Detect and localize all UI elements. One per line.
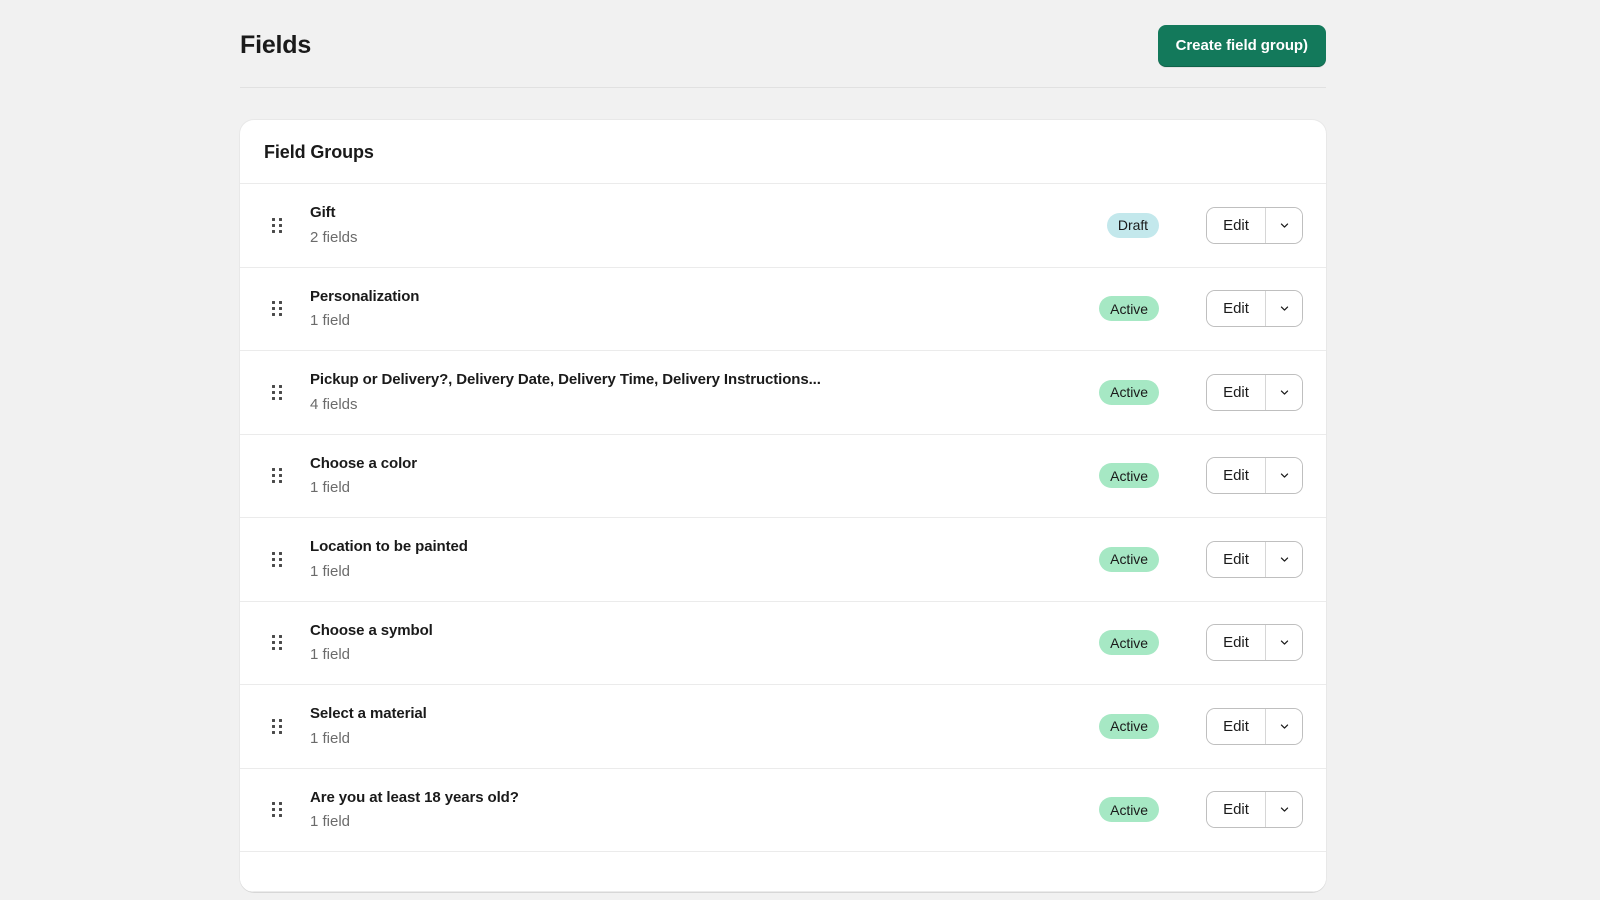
field-group-field-count: 1 field — [310, 645, 1099, 665]
status-badge: Active — [1099, 547, 1159, 572]
row-actions: Edit — [1207, 792, 1302, 827]
row-actions: Edit — [1207, 709, 1302, 744]
page-title: Fields — [240, 32, 311, 60]
chevron-down-icon[interactable] — [1265, 709, 1302, 744]
chevron-down-icon[interactable] — [1265, 375, 1302, 410]
field-group-row-partial[interactable] — [240, 852, 1326, 892]
field-group-name: Personalization — [310, 287, 1099, 307]
field-group-row[interactable]: Choose a symbol 1 fieldActive Edit — [240, 602, 1326, 686]
drag-handle-icon[interactable] — [272, 213, 292, 237]
chevron-down-icon[interactable] — [1265, 625, 1302, 660]
field-group-field-count: 2 fields — [310, 228, 1107, 248]
field-group-row[interactable]: Are you at least 18 years old? 1 fieldAct… — [240, 769, 1326, 853]
field-group-name: Pickup or Delivery?, Delivery Date, Deli… — [310, 370, 1099, 390]
field-group-field-count: 1 field — [310, 311, 1099, 331]
field-group-row[interactable]: Gift 2 fieldsDraft Edit — [240, 184, 1326, 268]
row-actions: Edit — [1207, 208, 1302, 243]
edit-button[interactable]: Edit — [1207, 458, 1265, 493]
status-badge: Active — [1099, 380, 1159, 405]
drag-handle-icon[interactable] — [272, 464, 292, 488]
drag-handle-icon[interactable] — [272, 714, 292, 738]
field-group-text: Choose a symbol 1 field — [310, 621, 1099, 665]
field-group-row[interactable]: Personalization 1 fieldActive Edit — [240, 268, 1326, 352]
drag-handle-icon[interactable] — [272, 631, 292, 655]
page-header: Fields Create field group) — [240, 0, 1326, 88]
field-group-field-count: 4 fields — [310, 395, 1099, 415]
edit-button[interactable]: Edit — [1207, 208, 1265, 243]
row-actions: Edit — [1207, 625, 1302, 660]
field-group-row[interactable]: Choose a color 1 fieldActive Edit — [240, 435, 1326, 519]
field-groups-card: Field Groups Gift2 fieldsDraftEditPerson… — [240, 120, 1326, 892]
fields-page: Fields Create field group) Field Groups … — [0, 0, 1600, 900]
chevron-down-icon[interactable] — [1265, 208, 1302, 243]
drag-handle-icon[interactable] — [272, 798, 292, 822]
field-group-name: Gift — [310, 203, 1107, 223]
edit-button[interactable]: Edit — [1207, 709, 1265, 744]
field-group-text: Location to be painted 1 field — [310, 537, 1099, 581]
field-group-row[interactable]: Location to be painted 1 fieldActive Edit — [240, 518, 1326, 602]
card-header: Field Groups — [240, 120, 1326, 184]
status-badge: Active — [1099, 797, 1159, 822]
field-group-row[interactable]: Select a material 1 fieldActive Edit — [240, 685, 1326, 769]
chevron-down-icon[interactable] — [1265, 291, 1302, 326]
chevron-down-icon[interactable] — [1265, 458, 1302, 493]
edit-button[interactable]: Edit — [1207, 542, 1265, 577]
field-group-text: Personalization 1 field — [310, 287, 1099, 331]
field-group-text: Gift 2 fields — [310, 203, 1107, 247]
field-group-field-count: 1 field — [310, 478, 1099, 498]
edit-button[interactable]: Edit — [1207, 375, 1265, 410]
field-group-text: Are you at least 18 years old? 1 field — [310, 788, 1099, 832]
drag-handle-icon[interactable] — [272, 380, 292, 404]
edit-button[interactable]: Edit — [1207, 792, 1265, 827]
field-group-field-count: 1 field — [310, 729, 1099, 749]
field-group-text: Choose a color 1 field — [310, 454, 1099, 498]
field-group-name: Location to be painted — [310, 537, 1099, 557]
row-actions: Edit — [1207, 542, 1302, 577]
page-content: Fields Create field group) Field Groups … — [240, 0, 1326, 892]
create-field-group-button[interactable]: Create field group) — [1158, 25, 1326, 67]
drag-handle-icon[interactable] — [272, 547, 292, 571]
field-group-name: Choose a symbol — [310, 621, 1099, 641]
field-group-name: Choose a color — [310, 454, 1099, 474]
chevron-down-icon[interactable] — [1265, 542, 1302, 577]
status-badge: Active — [1099, 630, 1159, 655]
row-actions: Edit — [1207, 458, 1302, 493]
field-group-field-count: 1 field — [310, 812, 1099, 832]
field-group-text: Pickup or Delivery?, Delivery Date, Deli… — [310, 370, 1099, 414]
row-actions: Edit — [1207, 375, 1302, 410]
field-group-name: Select a material — [310, 704, 1099, 724]
card-title: Field Groups — [264, 142, 1302, 163]
drag-handle-icon[interactable] — [272, 297, 292, 321]
chevron-down-icon[interactable] — [1265, 792, 1302, 827]
field-group-field-count: 1 field — [310, 562, 1099, 582]
row-actions: Edit — [1207, 291, 1302, 326]
field-group-name: Are you at least 18 years old? — [310, 788, 1099, 808]
status-badge: Active — [1099, 714, 1159, 739]
field-group-row[interactable]: Pickup or Delivery?, Delivery Date, Deli… — [240, 351, 1326, 435]
edit-button[interactable]: Edit — [1207, 291, 1265, 326]
status-badge: Draft — [1107, 213, 1159, 238]
field-group-text: Select a material 1 field — [310, 704, 1099, 748]
status-badge: Active — [1099, 296, 1159, 321]
edit-button[interactable]: Edit — [1207, 625, 1265, 660]
field-groups-list: Gift 2 fieldsDraft Edit Personalization 1 fi… — [240, 184, 1326, 892]
status-badge: Active — [1099, 463, 1159, 488]
